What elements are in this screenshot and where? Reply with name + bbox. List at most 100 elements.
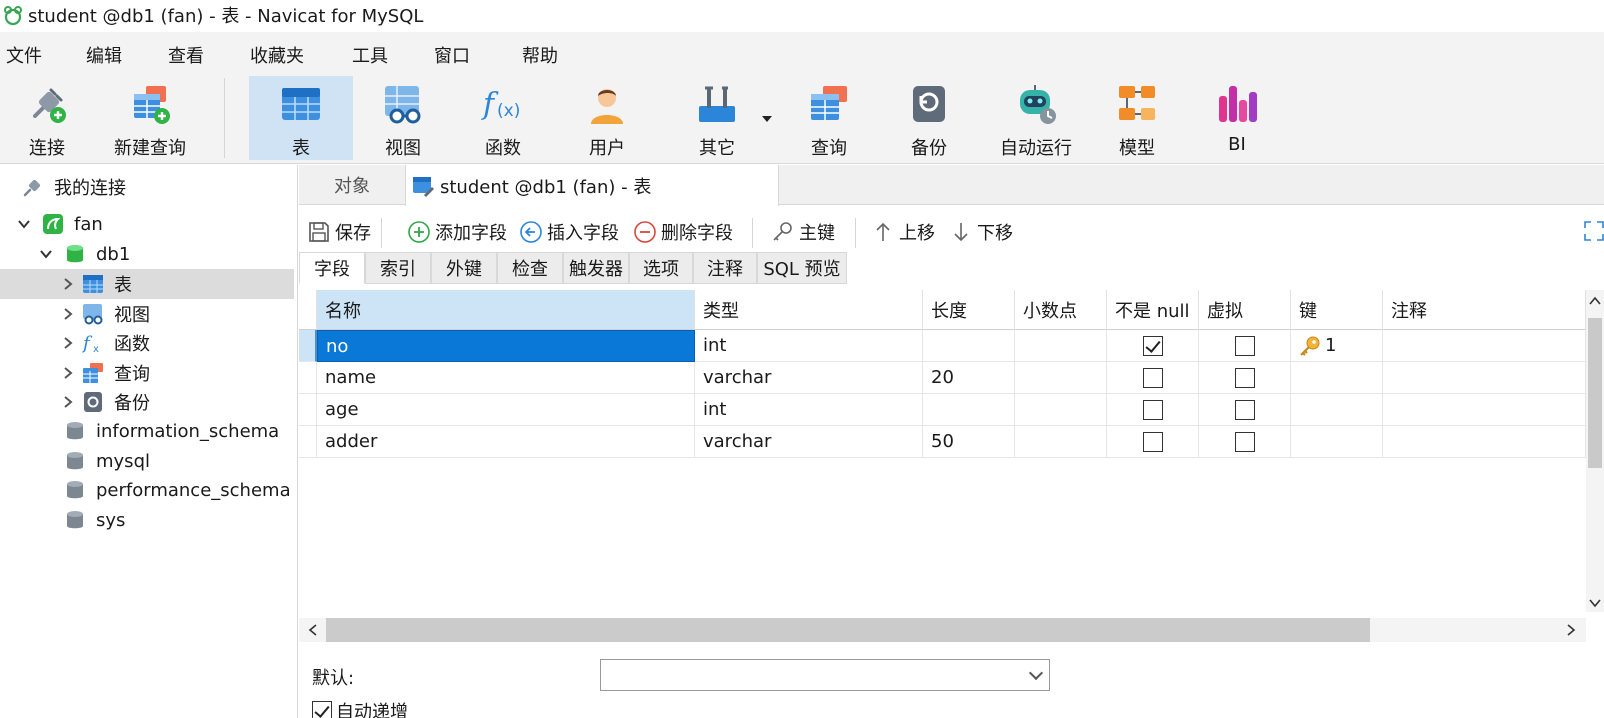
- cell-length[interactable]: [923, 330, 1015, 362]
- not-null-checkbox[interactable]: [1143, 431, 1163, 452]
- move-up-button[interactable]: 上移: [871, 216, 935, 248]
- menu-file[interactable]: 文件: [6, 42, 42, 68]
- tree-database-information-schema[interactable]: information_schema: [64, 416, 279, 446]
- cell-name[interactable]: name: [317, 362, 695, 394]
- move-down-button[interactable]: 下移: [949, 216, 1013, 248]
- function-button[interactable]: f (x) 函数: [470, 76, 536, 160]
- tree-item-backups[interactable]: 备份: [60, 387, 150, 417]
- cell-type[interactable]: int: [695, 394, 923, 426]
- cell-not-null[interactable]: [1107, 426, 1199, 458]
- tab-checks[interactable]: 检查: [497, 252, 563, 284]
- tab-objects[interactable]: 对象: [299, 165, 405, 205]
- tab-table-design[interactable]: student @db1 (fan) - 表: [405, 165, 779, 206]
- virtual-checkbox[interactable]: [1235, 367, 1255, 388]
- new-query-button[interactable]: 新建查询: [106, 76, 194, 160]
- cell-decimals[interactable]: [1015, 394, 1107, 426]
- menu-favorites[interactable]: 收藏夹: [250, 42, 304, 68]
- tab-comment[interactable]: 注释: [693, 252, 757, 284]
- column-header-comment[interactable]: 注释: [1383, 290, 1586, 330]
- cell-comment[interactable]: [1383, 330, 1586, 362]
- bi-button[interactable]: BI: [1204, 76, 1270, 160]
- not-null-checkbox[interactable]: [1143, 399, 1163, 420]
- row-indicator[interactable]: [299, 330, 317, 362]
- tree-item-functions[interactable]: f x 函数: [60, 328, 150, 358]
- chevron-right-icon[interactable]: [60, 306, 76, 322]
- column-header-key[interactable]: 键: [1291, 290, 1383, 330]
- column-header-length[interactable]: 长度: [923, 290, 1015, 330]
- virtual-checkbox[interactable]: [1235, 399, 1255, 420]
- chevron-down-icon[interactable]: [38, 246, 54, 262]
- cell-length[interactable]: [923, 394, 1015, 426]
- query-button[interactable]: 查询: [796, 76, 862, 160]
- scroll-left-icon[interactable]: [306, 623, 320, 637]
- cell-key[interactable]: [1291, 362, 1383, 394]
- chevron-down-icon[interactable]: [16, 216, 32, 232]
- cell-virtual[interactable]: [1199, 362, 1291, 394]
- cell-type[interactable]: varchar: [695, 362, 923, 394]
- not-null-checkbox[interactable]: [1143, 367, 1163, 388]
- tree-database-db1[interactable]: db1: [38, 239, 130, 269]
- primary-key-button[interactable]: 主键: [771, 216, 835, 248]
- chevron-right-icon[interactable]: [60, 335, 76, 351]
- virtual-checkbox[interactable]: [1235, 431, 1255, 452]
- tree-connection-fan[interactable]: fan: [16, 209, 103, 239]
- tree-database-performance-schema[interactable]: performance_schema: [64, 475, 291, 505]
- row-indicator[interactable]: [299, 426, 317, 458]
- tab-options[interactable]: 选项: [629, 252, 693, 284]
- vertical-scrollbar-thumb[interactable]: [1588, 318, 1602, 468]
- backup-button[interactable]: 备份: [896, 76, 962, 160]
- connect-button[interactable]: 连接: [14, 76, 80, 160]
- save-button[interactable]: 保存: [307, 216, 371, 248]
- default-value-dropdown[interactable]: [600, 659, 1050, 691]
- delete-field-button[interactable]: 删除字段: [633, 216, 733, 248]
- horizontal-scrollbar-thumb[interactable]: [326, 618, 1370, 642]
- tree-item-views[interactable]: 视图: [60, 299, 150, 329]
- tab-sql-preview[interactable]: SQL 预览: [757, 252, 847, 284]
- scroll-down-icon[interactable]: [1588, 596, 1602, 610]
- column-header-decimals[interactable]: 小数点: [1015, 290, 1107, 330]
- scroll-up-icon[interactable]: [1588, 294, 1602, 308]
- cell-length[interactable]: 20: [923, 362, 1015, 394]
- scroll-right-icon[interactable]: [1564, 623, 1578, 637]
- menu-edit[interactable]: 编辑: [86, 42, 122, 68]
- column-header-not-null[interactable]: 不是 null: [1107, 290, 1199, 330]
- insert-field-button[interactable]: 插入字段: [519, 216, 619, 248]
- column-header-name[interactable]: 名称: [317, 290, 695, 330]
- column-header-type[interactable]: 类型: [695, 290, 923, 330]
- tab-indexes[interactable]: 索引: [365, 252, 431, 284]
- column-header-virtual[interactable]: 虚拟: [1199, 290, 1291, 330]
- cell-virtual[interactable]: [1199, 394, 1291, 426]
- row-indicator[interactable]: [299, 362, 317, 394]
- cell-comment[interactable]: [1383, 394, 1586, 426]
- cell-comment[interactable]: [1383, 362, 1586, 394]
- tab-foreign-keys[interactable]: 外键: [431, 252, 497, 284]
- table-button[interactable]: 表: [249, 76, 353, 160]
- chevron-right-icon[interactable]: [60, 365, 76, 381]
- cell-virtual[interactable]: [1199, 426, 1291, 458]
- virtual-checkbox[interactable]: [1235, 335, 1255, 356]
- cell-not-null[interactable]: [1107, 330, 1199, 362]
- cell-type[interactable]: varchar: [695, 426, 923, 458]
- cell-key[interactable]: [1291, 394, 1383, 426]
- other-button[interactable]: 其它: [684, 76, 750, 160]
- tab-fields[interactable]: 字段: [299, 252, 365, 284]
- cell-comment[interactable]: [1383, 426, 1586, 458]
- cell-decimals[interactable]: [1015, 362, 1107, 394]
- tree-database-sys[interactable]: sys: [64, 505, 125, 535]
- cell-virtual[interactable]: [1199, 330, 1291, 362]
- model-button[interactable]: 模型: [1104, 76, 1170, 160]
- cell-type[interactable]: int: [695, 330, 923, 362]
- menu-view[interactable]: 查看: [168, 42, 204, 68]
- view-button[interactable]: 视图: [370, 76, 436, 160]
- cell-decimals[interactable]: [1015, 426, 1107, 458]
- chevron-right-icon[interactable]: [60, 394, 76, 410]
- tree-my-connections[interactable]: 我的连接: [22, 172, 126, 202]
- cell-name[interactable]: adder: [317, 426, 695, 458]
- menu-help[interactable]: 帮助: [522, 42, 558, 68]
- tree-database-mysql[interactable]: mysql: [64, 446, 150, 476]
- not-null-checkbox[interactable]: [1143, 335, 1163, 356]
- user-button[interactable]: 用户: [574, 76, 640, 160]
- cell-not-null[interactable]: [1107, 394, 1199, 426]
- automation-button[interactable]: 自动运行: [994, 76, 1078, 160]
- cell-not-null[interactable]: [1107, 362, 1199, 394]
